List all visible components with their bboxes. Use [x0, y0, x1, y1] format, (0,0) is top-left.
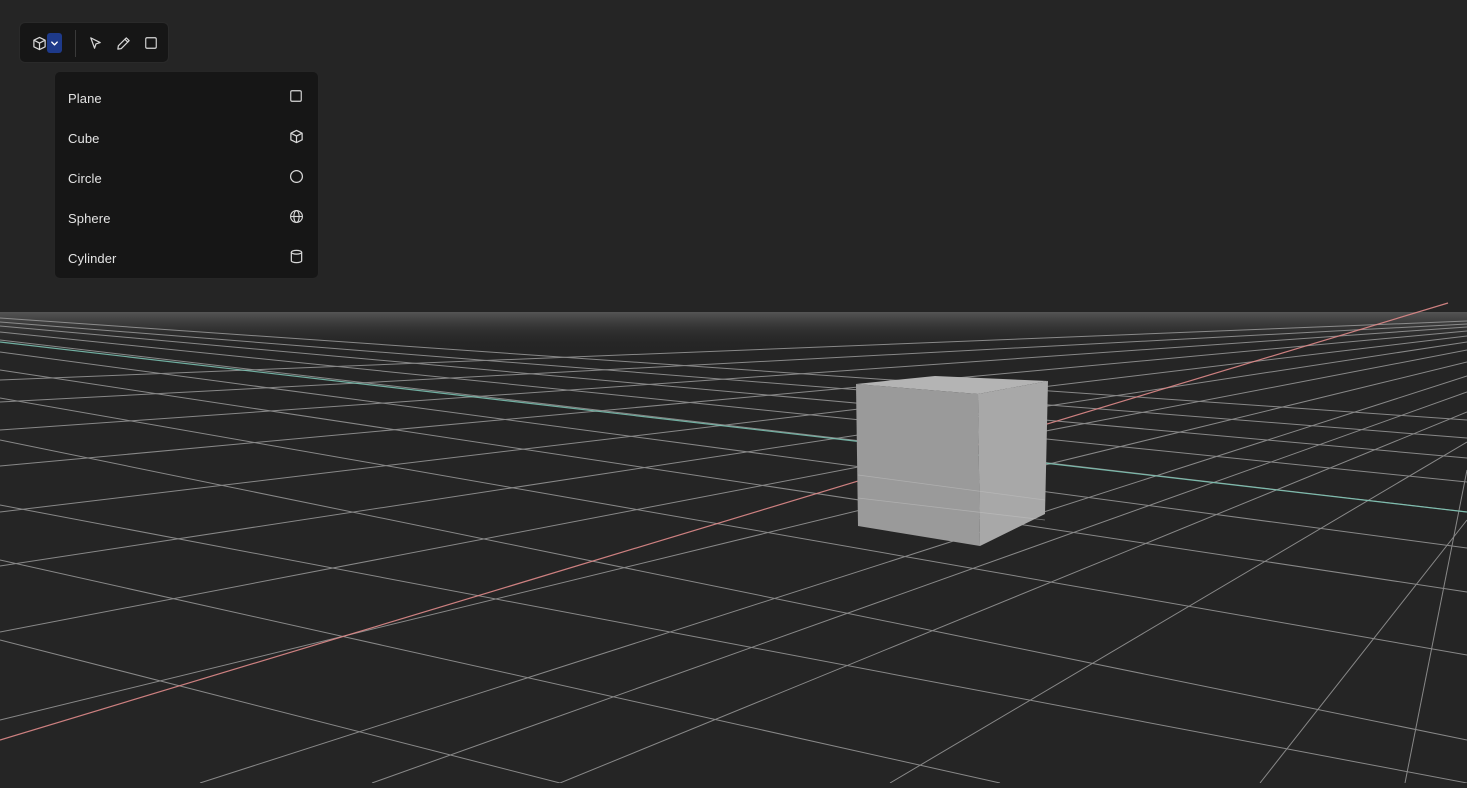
circle-icon [288, 168, 304, 184]
menu-item-label: Plane [68, 90, 102, 106]
pen-tool-button[interactable] [112, 32, 134, 54]
shape-dropdown-button[interactable] [47, 33, 62, 53]
cube-object[interactable] [856, 376, 1048, 546]
cylinder-icon [288, 248, 304, 264]
cursor-arrow-icon [88, 36, 103, 51]
menu-item-label: Cube [68, 130, 100, 146]
chevron-down-icon [50, 39, 59, 48]
toolbar-divider [75, 30, 76, 57]
cube-icon [32, 36, 47, 51]
square-icon [288, 88, 304, 104]
select-tool-button[interactable] [84, 32, 106, 54]
menu-item-label: Sphere [68, 210, 111, 226]
cube-front-face [856, 384, 980, 546]
menu-item-label: Cylinder [68, 250, 117, 266]
menu-item-sphere[interactable]: Sphere [55, 196, 318, 236]
menu-item-circle[interactable]: Circle [55, 156, 318, 196]
shape-dropdown-menu: Plane Cube Circle Sphere Cylinder [54, 71, 319, 279]
horizon-haze [0, 312, 1467, 350]
top-toolbar [19, 22, 169, 63]
globe-icon [288, 208, 304, 224]
menu-item-label: Circle [68, 170, 102, 186]
square-icon [144, 36, 158, 50]
rectangle-tool-button[interactable] [140, 32, 162, 54]
menu-item-cube[interactable]: Cube [55, 116, 318, 156]
pencil-icon [116, 36, 131, 51]
menu-item-plane[interactable]: Plane [55, 76, 318, 116]
cube-icon [288, 128, 304, 144]
menu-item-cylinder[interactable]: Cylinder [55, 236, 318, 276]
